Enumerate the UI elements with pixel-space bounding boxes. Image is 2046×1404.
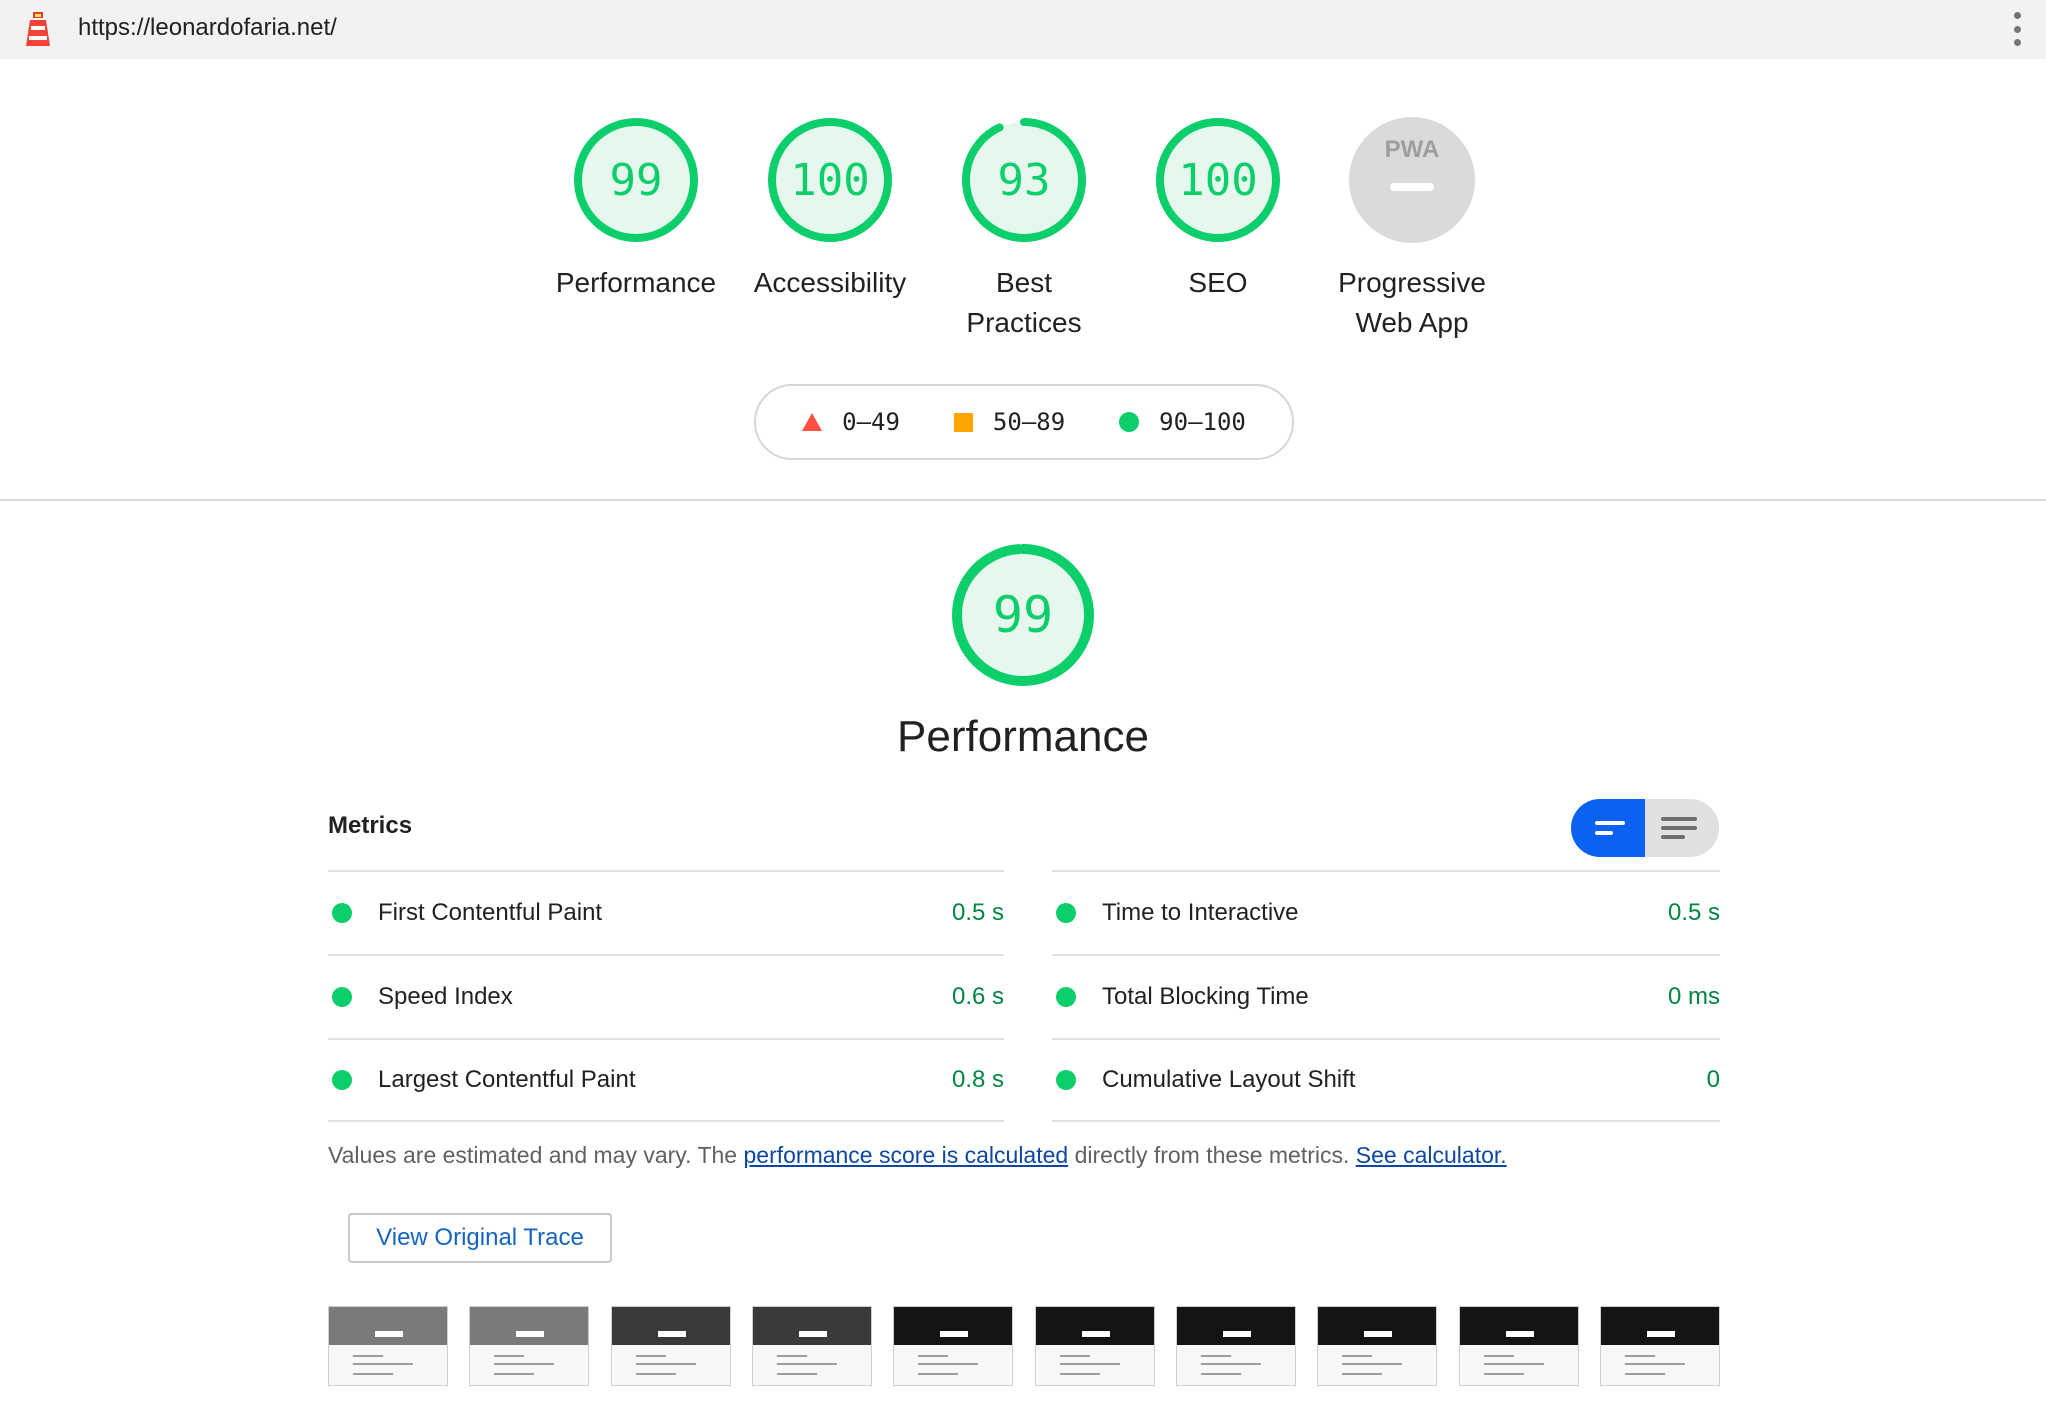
metric-value: 0.5 s bbox=[951, 899, 1004, 926]
pass-circle-icon bbox=[1119, 412, 1140, 432]
legend-average: 50–89 bbox=[953, 408, 1066, 436]
pass-circle-icon bbox=[1056, 1070, 1076, 1090]
metric-value: 0.8 s bbox=[951, 1066, 1004, 1093]
legend-pass: 90–100 bbox=[1119, 408, 1246, 436]
performance-gauge-large: 99 bbox=[948, 540, 1098, 695]
legend-fail-range: 0–49 bbox=[842, 408, 900, 436]
pass-circle-icon bbox=[1056, 987, 1076, 1007]
pass-circle-icon bbox=[332, 987, 352, 1007]
gauge-pwa-label: Progressive Web App bbox=[1338, 267, 1486, 338]
metric-total-blocking-time: Total Blocking Time 0 ms bbox=[1052, 954, 1720, 1038]
metric-time-to-interactive: Time to Interactive 0.5 s bbox=[1052, 870, 1720, 954]
metrics-note: Values are estimated and may vary. The p… bbox=[328, 1142, 1507, 1169]
metric-name: First Contentful Paint bbox=[378, 899, 603, 926]
metric-first-contentful-paint: First Contentful Paint 0.5 s bbox=[328, 870, 1004, 954]
metrics-view-toggle[interactable] bbox=[1571, 799, 1719, 857]
gauge-accessibility-score: 100 bbox=[790, 155, 869, 206]
see-calculator-link[interactable]: See calculator. bbox=[1356, 1142, 1507, 1168]
gauge-performance-ring: 99 bbox=[574, 118, 698, 242]
compact-view-icon[interactable] bbox=[1571, 799, 1645, 857]
gauge-performance-score: 99 bbox=[610, 155, 663, 206]
metrics-left-column: First Contentful Paint 0.5 s Speed Index… bbox=[328, 870, 1004, 1122]
metrics-right-column: Time to Interactive 0.5 s Total Blocking… bbox=[1052, 870, 1720, 1122]
metric-name: Time to Interactive bbox=[1102, 899, 1299, 926]
metric-value: 0.6 s bbox=[951, 983, 1004, 1010]
pass-circle-icon bbox=[332, 903, 352, 923]
filmstrip-frame bbox=[893, 1306, 1013, 1386]
pass-circle-icon bbox=[332, 1070, 352, 1090]
metric-name: Largest Contentful Paint bbox=[378, 1066, 636, 1093]
report-url[interactable]: https://leonardofaria.net/ bbox=[78, 14, 337, 42]
fail-triangle-icon bbox=[802, 413, 823, 431]
note-text-1: Values are estimated and may vary. The bbox=[328, 1142, 744, 1168]
performance-title: Performance bbox=[897, 712, 1149, 761]
filmstrip-frame bbox=[1459, 1306, 1579, 1386]
gauge-performance[interactable]: 99 Performance bbox=[541, 113, 731, 303]
gauge-seo-ring: 100 bbox=[1156, 118, 1280, 242]
score-calculated-link[interactable]: performance score is calculated bbox=[743, 1142, 1068, 1168]
gauge-best-practices-label: Best Practices bbox=[966, 267, 1082, 338]
metrics-heading: Metrics bbox=[328, 812, 413, 839]
metric-value: 0 bbox=[1706, 1066, 1720, 1093]
performance-score-large: 99 bbox=[993, 586, 1053, 644]
average-square-icon bbox=[953, 412, 973, 432]
view-original-trace-button[interactable]: View Original Trace bbox=[348, 1213, 612, 1263]
lighthouse-icon bbox=[26, 12, 50, 46]
gauge-accessibility[interactable]: 100 Accessibility bbox=[735, 113, 925, 303]
metric-value: 0 ms bbox=[1667, 983, 1720, 1010]
gauge-accessibility-label: Accessibility bbox=[753, 267, 907, 298]
metric-name: Speed Index bbox=[378, 983, 513, 1010]
legend-fail: 0–49 bbox=[802, 408, 900, 436]
gauge-best-practices[interactable]: 93 Best Practices bbox=[929, 113, 1119, 343]
section-divider bbox=[0, 499, 2046, 501]
note-text-2: directly from these metrics. bbox=[1068, 1142, 1356, 1168]
top-bar: https://leonardofaria.net/ bbox=[0, 0, 2046, 59]
gauge-performance-label: Performance bbox=[555, 267, 717, 298]
metric-largest-contentful-paint: Largest Contentful Paint 0.8 s bbox=[328, 1038, 1004, 1122]
pass-circle-icon bbox=[1056, 903, 1076, 923]
filmstrip-frame bbox=[1176, 1306, 1296, 1386]
metric-cumulative-layout-shift: Cumulative Layout Shift 0 bbox=[1052, 1038, 1720, 1122]
gauge-pwa[interactable]: PWA Progressive Web App bbox=[1317, 113, 1507, 343]
gauge-seo-score: 100 bbox=[1178, 155, 1257, 206]
filmstrip-frame bbox=[1317, 1306, 1437, 1386]
more-options-icon[interactable] bbox=[2010, 12, 2024, 46]
pwa-badge-icon: PWA bbox=[1349, 117, 1475, 243]
pwa-badge-text: PWA bbox=[1385, 136, 1440, 163]
legend-pass-range: 90–100 bbox=[1159, 408, 1246, 436]
gauge-best-practices-ring: 93 bbox=[962, 118, 1086, 242]
score-legend: 0–49 50–89 90–100 bbox=[754, 384, 1294, 460]
metric-name: Total Blocking Time bbox=[1102, 983, 1309, 1010]
filmstrip-frame bbox=[752, 1306, 872, 1386]
filmstrip-frame bbox=[469, 1306, 589, 1386]
metric-name: Cumulative Layout Shift bbox=[1102, 1066, 1356, 1093]
legend-average-range: 50–89 bbox=[992, 408, 1066, 436]
performance-gauge-large-ring: 99 bbox=[952, 544, 1094, 686]
category-gauges: 99 Performance 100 Accessibility 93 Best… bbox=[0, 113, 2046, 353]
metric-value: 0.5 s bbox=[1667, 899, 1720, 926]
gauge-seo[interactable]: 100 SEO bbox=[1123, 113, 1313, 303]
gauge-best-practices-score: 93 bbox=[998, 155, 1051, 206]
gauge-accessibility-ring: 100 bbox=[768, 118, 892, 242]
filmstrip-frame bbox=[1600, 1306, 1720, 1386]
filmstrip bbox=[328, 1306, 1720, 1388]
filmstrip-frame bbox=[1035, 1306, 1155, 1386]
gauge-seo-label: SEO bbox=[1188, 267, 1248, 298]
metric-speed-index: Speed Index 0.6 s bbox=[328, 954, 1004, 1038]
filmstrip-frame bbox=[611, 1306, 731, 1386]
filmstrip-frame bbox=[328, 1306, 448, 1386]
